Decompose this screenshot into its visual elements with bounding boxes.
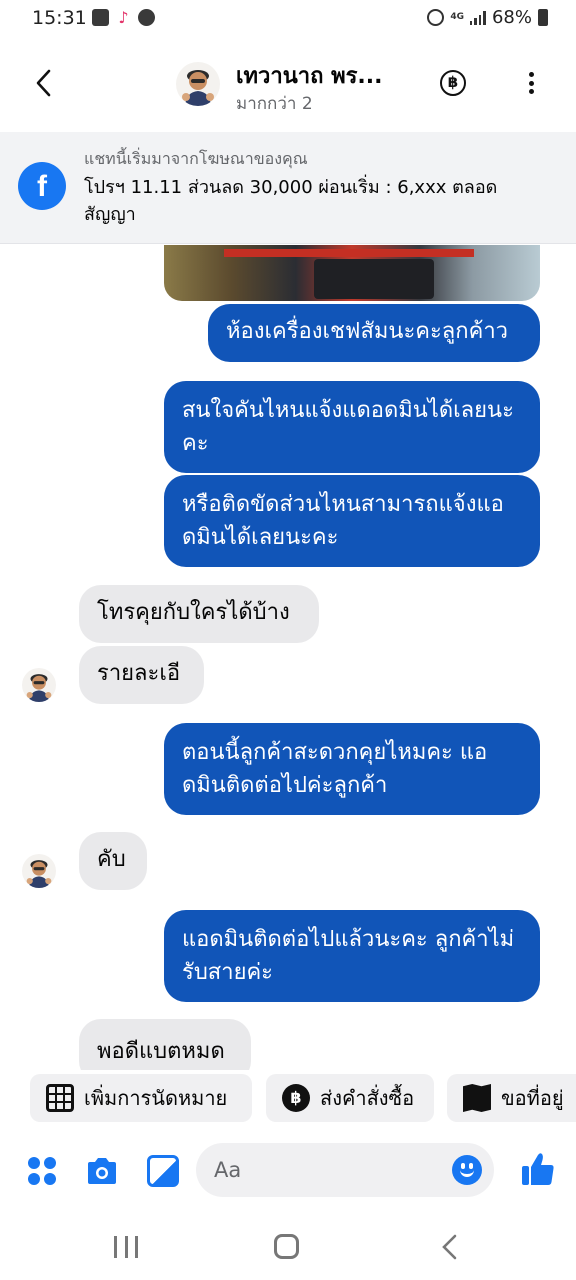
ad-origin-banner[interactable]: f แชทนี้เริ่มมาจากโฆษณาของคุณ โปรฯ 11.11… bbox=[0, 132, 576, 244]
tiktok-notification-icon: ♪ bbox=[118, 8, 129, 27]
recents-icon[interactable] bbox=[114, 1236, 138, 1258]
contact-avatar-small bbox=[22, 854, 56, 888]
network-type: 4G bbox=[450, 12, 464, 22]
map-icon bbox=[463, 1084, 491, 1112]
message-input[interactable] bbox=[196, 1143, 494, 1197]
apps-icon[interactable] bbox=[28, 1157, 56, 1185]
alarm-icon bbox=[427, 9, 445, 26]
message-bubble-outgoing[interactable]: แอดมินติดต่อไปแล้วนะคะ ลูกค้าไม่รับสายค่… bbox=[164, 910, 540, 1002]
message-bubble-outgoing[interactable]: หรือติดขัดส่วนไหนสามารถแจ้งแอดมินได้เลยน… bbox=[164, 475, 540, 567]
payment-baht-icon[interactable]: ฿ bbox=[440, 70, 466, 96]
contact-avatar[interactable] bbox=[176, 62, 220, 106]
gallery-notification-icon bbox=[92, 9, 109, 26]
battery-icon bbox=[538, 9, 548, 26]
signal-icon bbox=[469, 10, 486, 25]
quick-reply-label: ขอที่อยู่ bbox=[501, 1086, 564, 1110]
calendar-icon bbox=[46, 1084, 74, 1112]
home-icon[interactable] bbox=[274, 1234, 299, 1259]
contact-avatar-small bbox=[22, 668, 56, 702]
quick-reply-bar: เพิ่มการนัดหมาย ฿ ส่งคำสั่งซื้อ ขอที่อยู… bbox=[0, 1070, 576, 1126]
contact-subtitle: มากกว่า 2 bbox=[236, 94, 313, 114]
quick-reply-send-order[interactable]: ฿ ส่งคำสั่งซื้อ bbox=[266, 1074, 434, 1122]
quick-reply-label: ส่งคำสั่งซื้อ bbox=[320, 1086, 415, 1110]
battery-percent: 68% bbox=[491, 7, 532, 28]
gallery-icon[interactable] bbox=[147, 1155, 179, 1187]
facebook-icon: f bbox=[18, 162, 66, 210]
back-arrow-icon bbox=[36, 69, 51, 97]
status-bar: 15:31 ♪ 4G 68% bbox=[0, 0, 576, 38]
message-bubble-incoming[interactable]: รายละเอี bbox=[79, 646, 204, 704]
messenger-notification-icon bbox=[138, 9, 155, 26]
quick-reply-add-appointment[interactable]: เพิ่มการนัดหมาย bbox=[30, 1074, 252, 1122]
message-bubble-outgoing[interactable]: ห้องเครื่องเชฟสัมนะคะลูกค้าว bbox=[208, 304, 540, 362]
chat-thread[interactable]: ห้องเครื่องเชฟสัมนะคะลูกค้าว สนใจคันไหนแ… bbox=[0, 245, 576, 1070]
system-back-icon[interactable] bbox=[440, 1234, 460, 1260]
emoji-icon[interactable] bbox=[452, 1155, 482, 1185]
notification-icons: ♪ bbox=[92, 9, 155, 26]
chat-header: เทวานาถ พร... มากกว่า 2 ฿ bbox=[0, 38, 576, 130]
car-engine-photo[interactable] bbox=[164, 245, 540, 301]
back-button[interactable] bbox=[30, 66, 58, 100]
message-bubble-outgoing[interactable]: สนใจคันไหนแจ้งแดอดมินได้เลยนะคะ bbox=[164, 381, 540, 473]
status-time: 15:31 bbox=[32, 7, 87, 29]
more-options-icon[interactable] bbox=[524, 68, 538, 98]
ad-text: โปรฯ 11.11 ส่วนลด 30,000 ผ่อนเริ่ม : 6,x… bbox=[84, 177, 498, 225]
contact-name: เทวานาถ พร... bbox=[236, 64, 383, 89]
ad-caption: แชทนี้เริ่มมาจากโฆษณาของคุณ bbox=[84, 149, 308, 168]
message-bubble-incoming[interactable]: โทรคุยกับใครได้บ้าง bbox=[79, 585, 319, 643]
message-bubble-outgoing[interactable]: ตอนนี้ลูกค้าสะดวกคุยไหมคะ แอดมินติดต่อไป… bbox=[164, 723, 540, 815]
message-bubble-incoming[interactable]: พอดีแบตหมด bbox=[79, 1019, 251, 1070]
quick-reply-request-address[interactable]: ขอที่อยู่ bbox=[447, 1074, 576, 1122]
message-composer bbox=[0, 1134, 576, 1210]
system-nav-bar bbox=[0, 1210, 576, 1280]
like-thumb-icon[interactable] bbox=[520, 1151, 556, 1187]
baht-icon: ฿ bbox=[282, 1084, 310, 1112]
status-right: 4G 68% bbox=[427, 7, 548, 28]
message-bubble-incoming[interactable]: คับ bbox=[79, 832, 147, 890]
quick-reply-label: เพิ่มการนัดหมาย bbox=[84, 1086, 228, 1110]
camera-icon[interactable] bbox=[85, 1156, 119, 1186]
